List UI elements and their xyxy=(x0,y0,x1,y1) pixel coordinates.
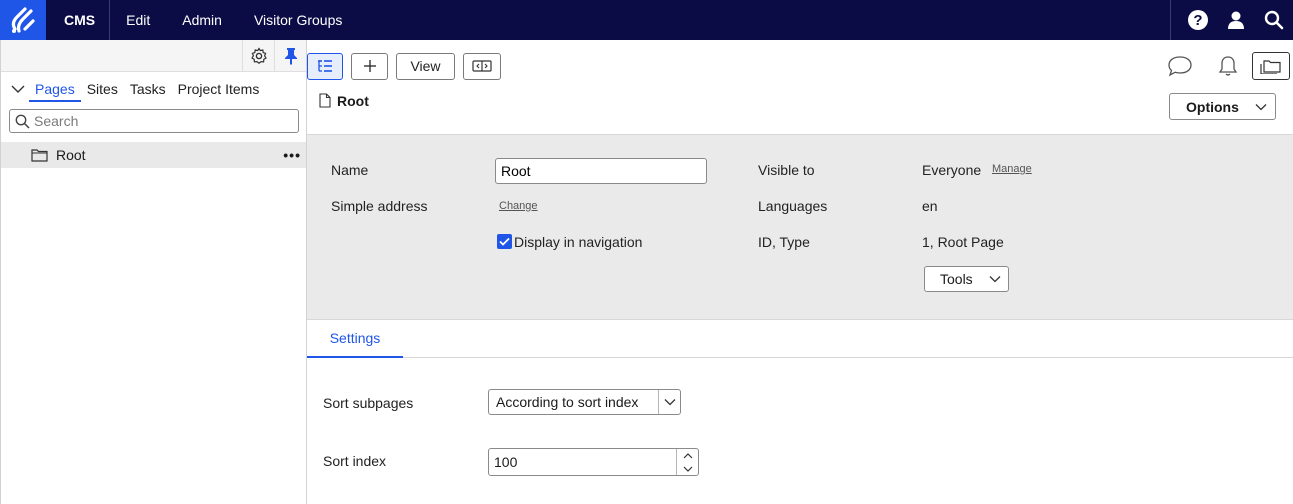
chevron-up-icon[interactable] xyxy=(677,449,698,462)
settings-gear-icon[interactable] xyxy=(242,39,274,72)
options-label: Options xyxy=(1186,98,1239,115)
divider xyxy=(1170,0,1171,40)
tab-pages[interactable]: Pages xyxy=(29,81,81,102)
svg-text:?: ? xyxy=(1193,12,1202,29)
visible-to-label: Visible to xyxy=(758,162,815,178)
notifications-bell-icon[interactable] xyxy=(1204,54,1252,78)
change-link[interactable]: Change xyxy=(499,200,538,212)
chevron-down-icon xyxy=(1255,103,1267,110)
sort-index-stepper[interactable]: 100 xyxy=(488,448,699,476)
page-search-box[interactable] xyxy=(9,109,299,133)
sort-subpages-select[interactable]: According to sort index xyxy=(488,389,681,415)
help-icon[interactable]: ? xyxy=(1179,0,1217,40)
nav-cms[interactable]: CMS xyxy=(46,0,111,40)
top-navigation-bar: CMS Edit Admin Visitor Groups ? xyxy=(0,0,1293,40)
navigation-pane: Pages Sites Tasks Project Items Root ••• xyxy=(0,39,307,504)
checkmark-icon xyxy=(499,237,510,246)
plus-icon xyxy=(363,60,376,72)
sort-index-value[interactable]: 100 xyxy=(489,454,676,470)
tools-button[interactable]: Tools xyxy=(924,266,1009,292)
toggle-tree-button[interactable] xyxy=(307,52,343,80)
sort-index-label: Sort index xyxy=(323,453,387,469)
comments-icon[interactable] xyxy=(1156,55,1204,77)
search-icon xyxy=(15,114,30,129)
main-content: View Root Options Name Simple address Ch… xyxy=(307,40,1293,504)
chevron-down-icon xyxy=(989,276,1001,283)
view-button[interactable]: View xyxy=(396,52,455,80)
search-icon[interactable] xyxy=(1255,0,1293,40)
page-title-bar: Root xyxy=(307,92,1293,134)
manage-link[interactable]: Manage xyxy=(992,163,1032,175)
tab-settings[interactable]: Settings xyxy=(307,320,403,358)
options-button[interactable]: Options xyxy=(1169,93,1276,120)
tab-tasks[interactable]: Tasks xyxy=(124,81,172,102)
page-icon xyxy=(319,93,331,108)
tab-project-items[interactable]: Project Items xyxy=(172,81,266,102)
optimizely-logo-icon[interactable] xyxy=(0,0,46,40)
nav-admin[interactable]: Admin xyxy=(166,0,238,40)
pin-icon[interactable] xyxy=(274,39,306,72)
properties-panel: Name Simple address Change Display in na… xyxy=(307,134,1293,320)
assets-pane-button[interactable] xyxy=(1252,52,1290,80)
pane-tabs: Pages Sites Tasks Project Items xyxy=(1,72,306,102)
search-input[interactable] xyxy=(34,113,284,129)
stepper-buttons xyxy=(676,449,698,475)
chevron-down-icon[interactable] xyxy=(7,76,29,102)
languages-value: en xyxy=(922,198,938,214)
languages-label: Languages xyxy=(758,198,828,214)
edit-toolbar: View xyxy=(307,40,1293,92)
topbar-actions: ? xyxy=(1170,0,1293,40)
nav-edit[interactable]: Edit xyxy=(110,0,166,40)
tree-item-label: Root xyxy=(56,147,86,163)
visible-to-value: Everyone xyxy=(922,162,982,178)
tools-label: Tools xyxy=(940,271,973,287)
chevron-down-icon[interactable] xyxy=(658,390,680,414)
folder-icon xyxy=(31,149,48,162)
compare-button[interactable] xyxy=(463,52,501,80)
simple-address-label: Simple address xyxy=(331,198,428,214)
user-icon[interactable] xyxy=(1217,0,1255,40)
add-button[interactable] xyxy=(351,52,388,80)
sort-subpages-label: Sort subpages xyxy=(323,395,414,411)
tree-view-icon xyxy=(318,60,332,72)
tree-item-root[interactable]: Root ••• xyxy=(1,142,306,168)
name-field[interactable] xyxy=(495,158,707,184)
sort-subpages-value: According to sort index xyxy=(496,394,639,410)
display-in-navigation-label: Display in navigation xyxy=(514,234,643,250)
pane-toolbar xyxy=(1,39,306,72)
id-type-value: 1, Root Page xyxy=(922,234,1004,250)
content-tabs: Settings xyxy=(307,320,1293,358)
compare-icon xyxy=(472,60,492,72)
folders-icon xyxy=(1260,60,1281,74)
name-label: Name xyxy=(331,162,369,178)
tab-sites[interactable]: Sites xyxy=(81,81,124,102)
toolbar-right xyxy=(1156,52,1293,80)
page-title: Root xyxy=(337,93,369,109)
nav-visitor-groups[interactable]: Visitor Groups xyxy=(238,0,358,40)
more-options-icon[interactable]: ••• xyxy=(283,147,301,163)
display-in-navigation-checkbox[interactable] xyxy=(497,234,512,249)
chevron-down-icon[interactable] xyxy=(677,462,698,475)
id-type-label: ID, Type xyxy=(758,234,810,250)
